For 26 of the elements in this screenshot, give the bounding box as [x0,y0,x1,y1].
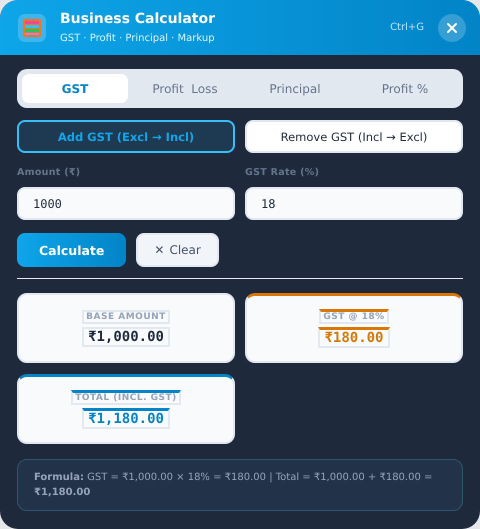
window-title: Business Calculator [60,11,216,27]
result-value: ₹1,000.00 [82,326,170,346]
tab[interactable]: Profit % [352,74,458,103]
window-subtitle: GST · Profit · Principal · Markup [60,33,216,44]
tab[interactable]: Principal [242,74,348,103]
mode-button[interactable]: Add GST (Excl → Incl) [17,120,235,153]
result-label: BASE AMOUNT [82,310,170,324]
close-button[interactable] [438,14,466,42]
field-label: Amount (₹) [17,167,82,178]
shortcut-hint: Ctrl+G [390,22,424,33]
field-label: GST Rate (%) [245,167,320,178]
result-value: ₹1,180.00 [82,408,170,429]
result-label: TOTAL (INCL. GST) [71,390,181,405]
tab[interactable]: GST [22,74,128,103]
clear-button[interactable]: ✕ Clear [136,233,219,267]
close-icon [446,22,458,34]
abacus-icon [18,14,46,42]
close-icon: ✕ [154,243,164,257]
result-label: GST @ 18% [319,309,389,324]
formula-text: Formula: GST = ₹1,000.00 × 18% = ₹180.00 | Total = ₹1,000.00 + ₹180.00 = ₹1,180.00 [17,459,463,511]
input-field[interactable]: 18 [245,187,463,220]
tab[interactable]: Profit Loss [132,74,238,103]
input-field[interactable]: 1000 [17,187,235,220]
mode-button[interactable]: Remove GST (Incl → Excl) [245,120,463,153]
calculate-button[interactable]: Calculate [17,233,126,267]
result-value: ₹180.00 [318,327,390,348]
